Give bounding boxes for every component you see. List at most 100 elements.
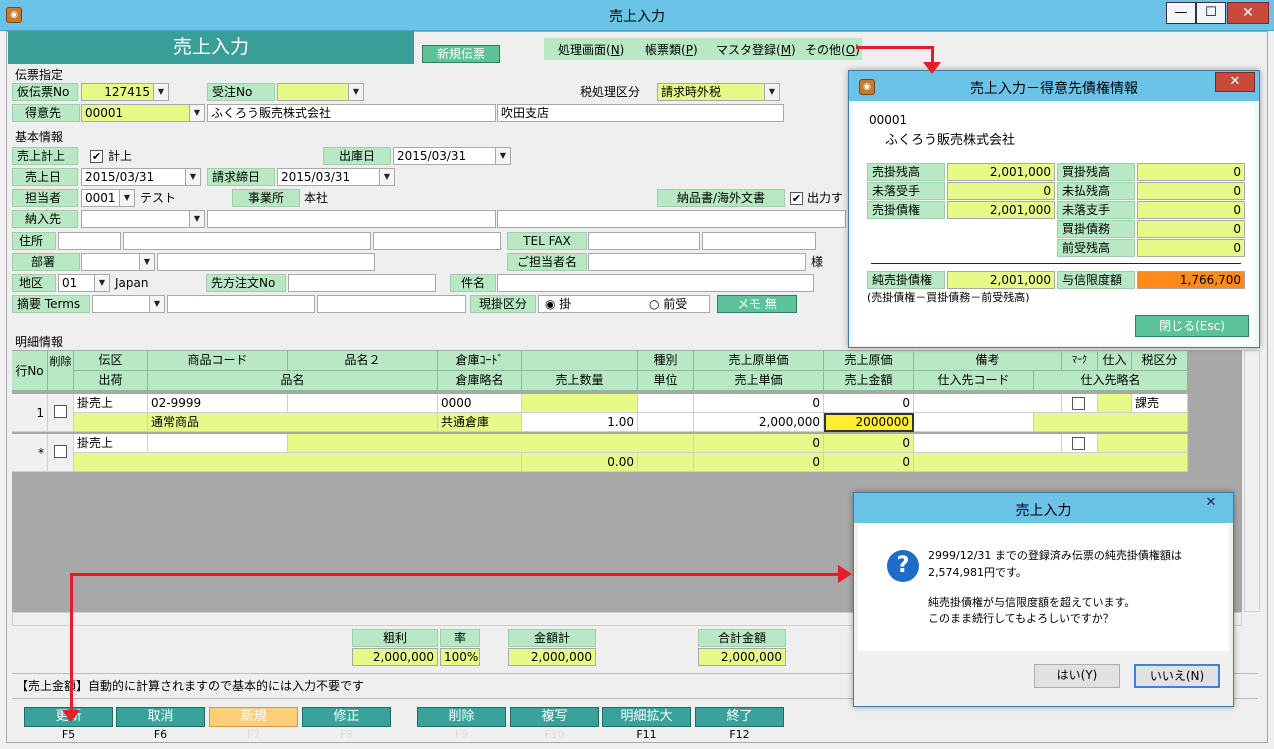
row2-code[interactable] [148,434,288,453]
customer-code-field[interactable]: 00001 ▼ [81,104,205,122]
row1-tax[interactable]: 課売 [1132,394,1188,413]
deliver-to-name-field[interactable] [207,210,496,228]
col-amount: 売上金額 [824,371,914,391]
delivery-doc-checkbox[interactable]: ✔ [790,192,803,205]
tax-select[interactable]: 請求時外税 ▼ [657,83,780,101]
row2-mark-checkbox[interactable] [1072,437,1085,450]
customer-dropdown-icon[interactable]: ▼ [189,105,204,121]
row1-wh-name[interactable]: 共通倉庫 [438,413,522,432]
credit-row1-label2: 買掛残高 [1057,163,1135,181]
order-no-field[interactable]: ▼ [277,83,364,101]
row2-note[interactable] [914,434,1062,453]
radio-advance[interactable]: ○ 前受 [649,296,687,312]
row1-kind[interactable]: 掛売上 [74,394,148,413]
row1-type[interactable] [638,394,694,413]
temp-no-dropdown-icon[interactable]: ▼ [153,84,168,100]
contact-field[interactable] [588,253,806,271]
menu-forms[interactable]: 帳票類(P) [645,41,698,58]
row1-wh-code[interactable]: 0000 [438,394,522,413]
row1-mark-checkbox[interactable] [1072,397,1085,410]
region-dropdown-icon[interactable]: ▼ [94,275,109,291]
maximize-button[interactable]: ☐ [1196,2,1226,24]
closing-date-dropdown-icon[interactable]: ▼ [379,169,394,185]
ship-date-field[interactable]: 2015/03/31 ▼ [393,147,511,165]
vertical-scrollbar[interactable] [1244,350,1260,612]
closing-date-field[interactable]: 2015/03/31 ▼ [277,168,395,186]
po-field[interactable] [288,274,436,292]
fax-field[interactable] [702,232,816,250]
branch-field[interactable]: 吹田支店 [497,104,784,122]
row2-delete-checkbox[interactable] [54,445,67,458]
credit-dialog-close-button[interactable]: ✕ [1215,72,1255,92]
credit-dialog-close-esc-button[interactable]: 閉じる(Esc) [1135,315,1249,337]
row2-amount[interactable]: 0 [824,453,914,472]
address1-field[interactable] [123,232,371,250]
address2-field[interactable] [373,232,501,250]
row1-unit[interactable] [638,413,694,432]
f9-delete-button[interactable]: 削除 [417,707,506,727]
region-code-field[interactable]: 01 ▼ [58,274,110,292]
customer-name-field[interactable]: ふくろう販売株式会社 [207,104,496,122]
row1-amount[interactable]: 2000000 [824,413,914,432]
row1-cost[interactable]: 0 [824,394,914,413]
menu-screens[interactable]: 処理画面(N) [558,41,624,58]
sum-value: 2,000,000 [508,648,596,666]
deliver-to-dropdown-icon[interactable]: ▼ [189,211,204,227]
col-delete: 削除 [48,351,74,391]
row1-name2[interactable] [288,394,438,413]
row1-note[interactable] [914,394,1062,413]
confirm-dialog-body [858,523,1229,651]
close-button[interactable]: ✕ [1227,2,1269,24]
tax-dropdown-icon[interactable]: ▼ [764,84,779,100]
radio-credit[interactable]: ◉ 掛 [545,296,571,312]
subject-field[interactable] [497,274,814,292]
terms-field-2[interactable] [317,295,466,313]
col-kind: 伝区 [74,351,148,371]
row1-product-name[interactable]: 通常商品 [148,413,438,432]
confirm-dialog-close-button[interactable]: ✕ [1192,494,1230,514]
menu-other[interactable]: その他(O) [805,41,860,58]
sales-date-field[interactable]: 2015/03/31 ▼ [81,168,201,186]
deliver-to-branch-field[interactable] [497,210,846,228]
row2-cost[interactable]: 0 [824,434,914,453]
row1-cost-unit[interactable]: 0 [694,394,824,413]
sales-date-dropdown-icon[interactable]: ▼ [185,169,200,185]
f11-expand-button[interactable]: 明細拡大 [602,707,691,727]
memo-button[interactable]: メモ 無 [717,295,797,313]
row2-cost-unit[interactable]: 0 [694,434,824,453]
row1-code[interactable]: 02-9999 [148,394,288,413]
dept-code-field[interactable]: ▼ [81,253,155,271]
terms-field-1[interactable] [167,295,315,313]
dept-dropdown-icon[interactable]: ▼ [139,254,154,270]
row1-qty[interactable]: 1.00 [522,413,638,432]
ship-date-dropdown-icon[interactable]: ▼ [495,148,510,164]
zip-field[interactable] [58,232,121,250]
row1-unit-price[interactable]: 2,000,000 [694,413,824,432]
f10-copy-button[interactable]: 複写 [510,707,599,727]
temp-no-field[interactable]: 127415 ▼ [81,83,169,101]
row2-qty[interactable]: 0.00 [522,453,638,472]
sum-label: 金額計 [508,629,596,647]
dept-name-field[interactable] [157,253,375,271]
no-button[interactable]: いいえ(N) [1134,664,1220,688]
sales-post-checkbox[interactable]: ✔ [90,150,103,163]
row1-delete-checkbox[interactable] [54,405,67,418]
terms-dropdown-icon[interactable]: ▼ [149,296,164,312]
f7-new-button[interactable]: 新規 [209,707,298,727]
f8-modify-button[interactable]: 修正 [302,707,391,727]
minimize-button[interactable]: — [1166,2,1196,24]
terms-code-field[interactable]: ▼ [92,295,165,313]
row2-kind[interactable]: 掛売上 [74,434,148,453]
f12-exit-button[interactable]: 終了 [695,707,784,727]
menu-master[interactable]: マスタ登録(M) [716,41,796,58]
row1-supplier-code[interactable] [914,413,1034,432]
row2-unit-price[interactable]: 0 [694,453,824,472]
new-slip-button[interactable]: 新規伝票 [422,45,500,63]
deliver-to-code-field[interactable]: ▼ [81,210,205,228]
f6-cancel-button[interactable]: 取消 [116,707,205,727]
order-no-dropdown-icon[interactable]: ▼ [348,84,363,100]
yes-button[interactable]: はい(Y) [1034,664,1120,688]
person-code-field[interactable]: 0001 ▼ [81,189,135,207]
person-dropdown-icon[interactable]: ▼ [119,190,134,206]
tel-field[interactable] [588,232,700,250]
